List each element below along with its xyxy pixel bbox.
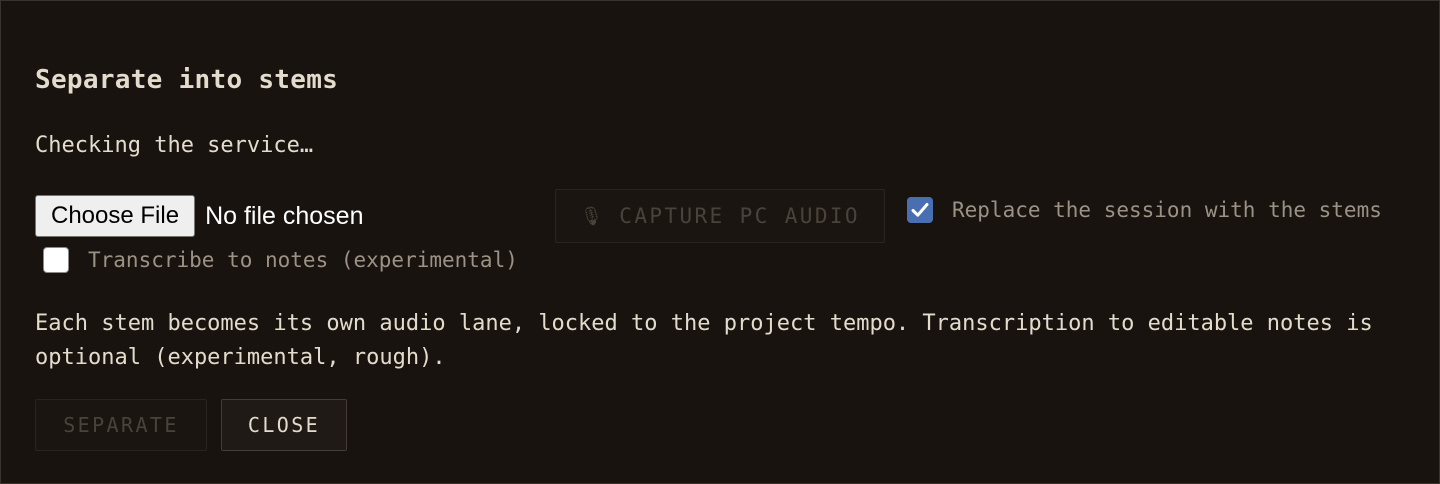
service-status: Checking the service…	[35, 133, 314, 158]
replace-session-checkbox[interactable]	[907, 197, 933, 223]
choose-file-button[interactable]: Choose File	[35, 195, 196, 237]
stems-dialog: Separate into stems Checking the service…	[0, 0, 1440, 484]
file-status-text: No file chosen	[205, 201, 364, 230]
dialog-title: Separate into stems	[35, 65, 339, 95]
description-text: Each stem becomes its own audio lane, lo…	[35, 311, 1373, 370]
capture-pc-audio-button[interactable]: 🎙 CAPTURE PC AUDIO	[555, 189, 885, 243]
close-button[interactable]: CLOSE	[221, 399, 347, 451]
file-input[interactable]: Choose File No file chosen	[35, 195, 364, 237]
transcribe-option[interactable]: Transcribe to notes (experimental)	[43, 247, 518, 273]
capture-button-label: CAPTURE PC AUDIO	[619, 204, 860, 228]
mic-icon: 🎙	[580, 205, 606, 227]
transcribe-label: Transcribe to notes (experimental)	[88, 248, 518, 272]
checkmark-icon	[911, 203, 929, 217]
replace-session-label: Replace the session with the stems	[952, 198, 1382, 222]
replace-session-option[interactable]: Replace the session with the stems	[907, 197, 1382, 223]
transcribe-checkbox[interactable]	[43, 247, 69, 273]
separate-button[interactable]: SEPARATE	[35, 399, 207, 451]
